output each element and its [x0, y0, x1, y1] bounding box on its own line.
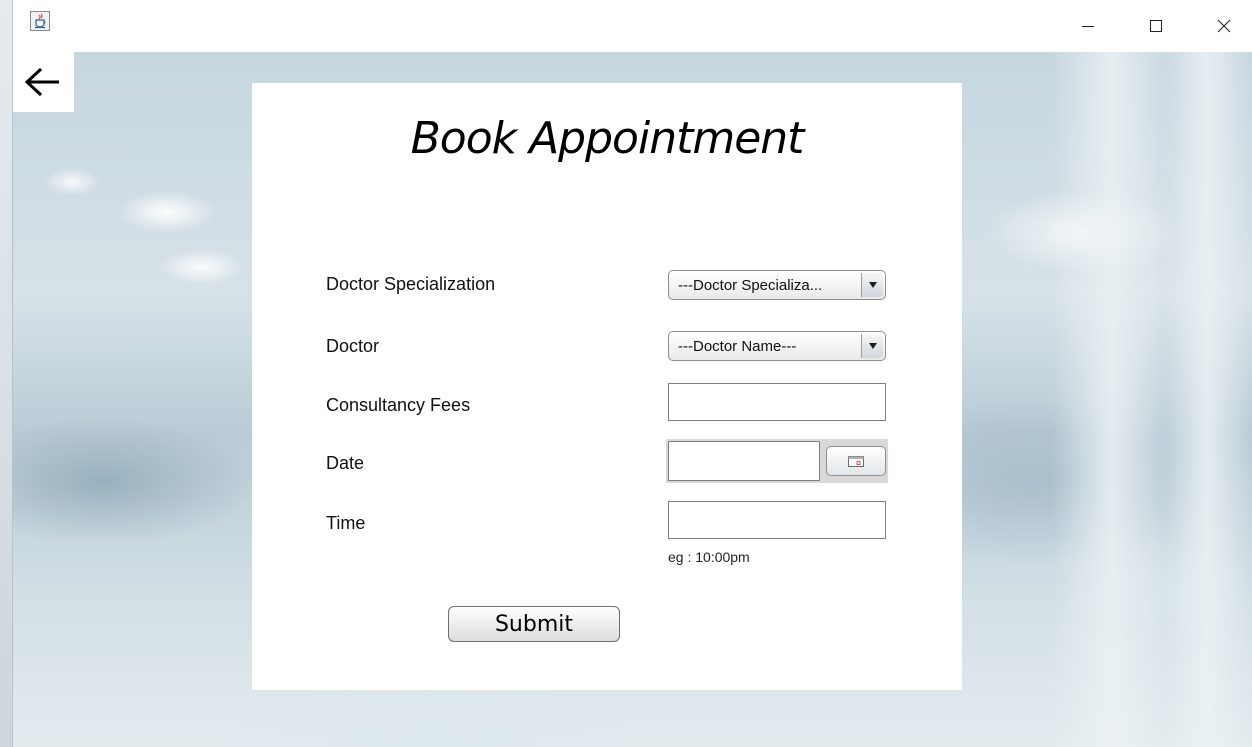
date-picker [666, 439, 888, 483]
background-pillar [1162, 52, 1252, 747]
page-title: Book Appointment [410, 113, 805, 164]
minimize-button[interactable] [1060, 0, 1116, 52]
appointment-form-panel: Book Appointment Doctor Specialization -… [252, 83, 962, 690]
time-label: Time [326, 513, 366, 533]
java-cup-icon [30, 11, 50, 31]
maximize-button[interactable] [1128, 0, 1184, 52]
specialization-select[interactable]: ---Doctor Specializa... [668, 270, 886, 300]
title-bar [12, 0, 1252, 52]
time-format-hint: eg : 10:00pm [668, 549, 750, 565]
arrow-left-icon [24, 67, 59, 97]
fees-label: Consultancy Fees [326, 395, 471, 415]
time-input[interactable] [668, 501, 886, 539]
close-button[interactable] [1196, 0, 1252, 52]
doctor-select[interactable]: ---Doctor Name--- [668, 331, 886, 361]
back-button[interactable] [12, 52, 74, 112]
date-label: Date [326, 453, 365, 473]
fees-input[interactable] [668, 383, 886, 421]
background-pillar [1052, 52, 1172, 747]
doctor-select-value: ---Doctor Name--- [678, 338, 797, 355]
date-input[interactable] [668, 441, 820, 481]
calendar-button[interactable] [826, 446, 886, 476]
app-window: Book Appointment Doctor Specialization -… [0, 0, 1252, 747]
chevron-down-icon[interactable] [861, 334, 883, 358]
maximize-icon [1150, 20, 1162, 32]
chevron-down-icon[interactable] [861, 273, 883, 297]
submit-button[interactable]: Submit [448, 606, 620, 642]
minimize-icon [1082, 26, 1094, 27]
calendar-icon [848, 456, 864, 467]
doctor-label: Doctor [326, 336, 380, 356]
window-left-edge [0, 0, 13, 747]
specialization-label: Doctor Specialization [326, 274, 496, 294]
close-icon [1217, 19, 1231, 33]
specialization-select-value: ---Doctor Specializa... [678, 277, 823, 294]
